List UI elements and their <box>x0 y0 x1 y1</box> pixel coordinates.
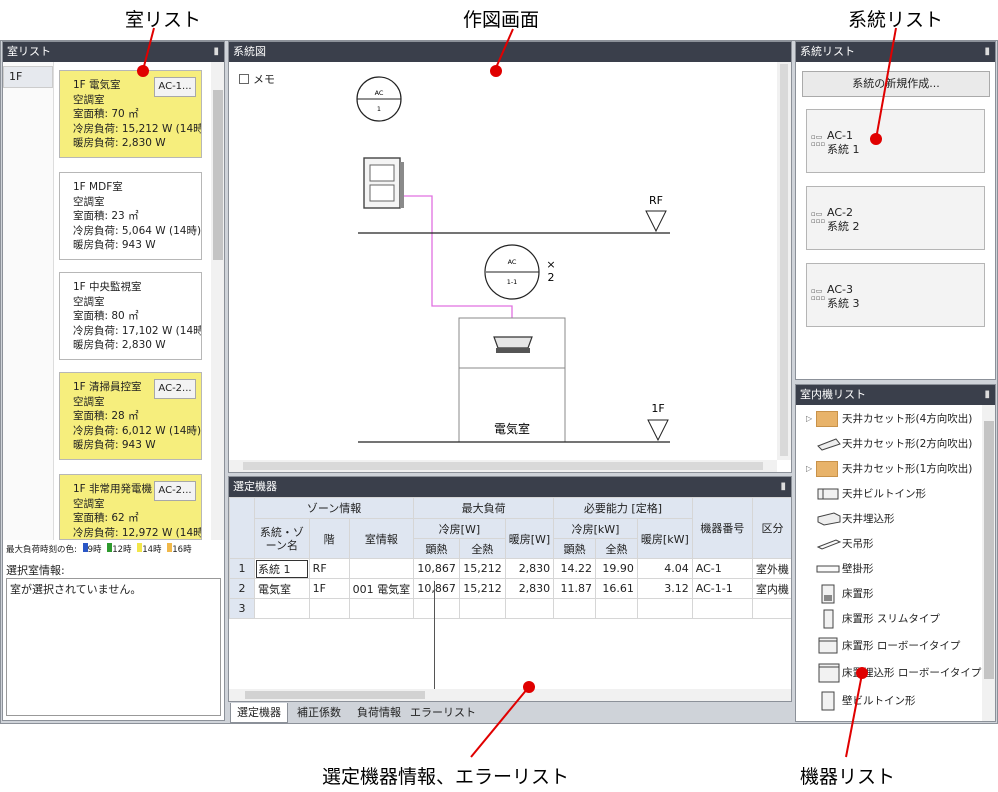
pointer-line <box>142 27 155 71</box>
pointer-line <box>875 27 897 140</box>
callout-pointers <box>137 27 897 758</box>
pointer-dot <box>490 65 502 77</box>
pointer-dot <box>137 65 149 77</box>
pointer-line <box>494 28 514 71</box>
pointer-dot <box>856 667 868 679</box>
pointer-line <box>470 687 529 758</box>
pointer-dot <box>523 681 535 693</box>
pointer-dot <box>870 133 882 145</box>
pointer-line <box>845 673 863 758</box>
